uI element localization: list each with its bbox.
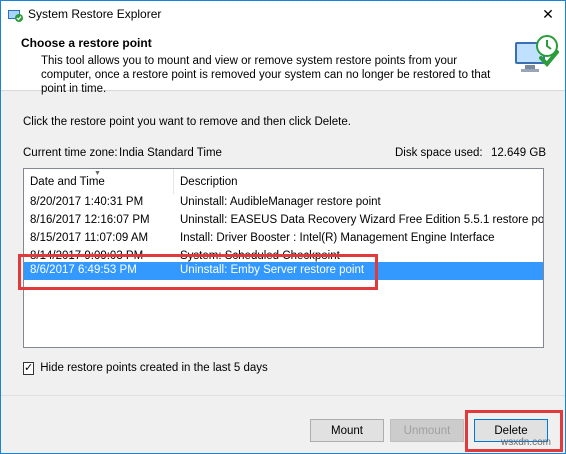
column-header-description-label: Description — [180, 176, 238, 188]
restore-point-list[interactable]: ▼ Date and Time Description 8/20/2017 1:… — [23, 168, 544, 348]
unmount-button[interactable]: Unmount — [390, 419, 464, 442]
list-header: ▼ Date and Time Description — [24, 169, 543, 194]
table-row[interactable]: 8/20/2017 1:40:31 PM Uninstall: AudibleM… — [24, 194, 543, 212]
timezone-value: India Standard Time — [119, 147, 222, 159]
row-description: Install: Driver Booster : Intel(R) Manag… — [180, 232, 495, 244]
row-description: Uninstall: EASEUS Data Recovery Wizard F… — [180, 214, 544, 226]
column-header-date[interactable]: ▼ Date and Time — [24, 169, 174, 194]
close-icon: ✕ — [542, 6, 554, 22]
computer-restore-icon — [515, 35, 559, 72]
checkmark-icon: ✓ — [24, 361, 34, 374]
table-row-selected[interactable]: 8/6/2017 6:49:53 PM Uninstall: Emby Serv… — [24, 262, 543, 280]
close-button[interactable]: ✕ — [531, 1, 565, 28]
row-date: 8/6/2017 6:49:53 PM — [30, 264, 137, 276]
app-window: System Restore Explorer ✕ Choose a resto… — [0, 0, 566, 454]
mount-button[interactable]: Mount — [310, 419, 384, 442]
table-row[interactable]: 8/15/2017 11:07:09 AM Install: Driver Bo… — [24, 230, 543, 248]
row-description: Uninstall: Emby Server restore point — [180, 264, 365, 276]
hide-recent-label: Hide restore points created in the last … — [40, 362, 268, 374]
title-bar[interactable]: System Restore Explorer ✕ — [1, 1, 565, 28]
row-date: 8/16/2017 12:16:07 PM — [30, 214, 150, 226]
row-date: 8/20/2017 1:40:31 PM — [30, 196, 144, 208]
row-date: 8/14/2017 9:09:03 PM — [30, 250, 144, 262]
timezone-label: Current time zone: — [23, 147, 118, 159]
wizard-header: Choose a restore point This tool allows … — [1, 28, 565, 95]
column-header-description[interactable]: Description — [174, 169, 543, 194]
disk-space-value: 12.649 GB — [491, 147, 546, 159]
restore-shield-icon — [8, 10, 23, 22]
hide-recent-filter[interactable]: ✓ Hide restore points created in the las… — [23, 360, 268, 376]
column-header-date-label: Date and Time — [30, 176, 105, 188]
page-title: Choose a restore point — [21, 36, 152, 50]
watermark: wsxdn.com — [501, 437, 552, 448]
hide-recent-checkbox[interactable]: ✓ — [23, 361, 35, 375]
window-title: System Restore Explorer — [28, 7, 162, 21]
instruction-text: Click the restore point you want to remo… — [23, 116, 351, 128]
row-date: 8/15/2017 11:07:09 AM — [30, 232, 149, 244]
sort-arrow-icon: ▼ — [94, 170, 101, 177]
row-description: Uninstall: AudibleManager restore point — [180, 196, 381, 208]
row-description: System: Scheduled Checkpoint — [180, 250, 340, 262]
table-row[interactable]: 8/16/2017 12:16:07 PM Uninstall: EASEUS … — [24, 212, 543, 230]
disk-space-label: Disk space used: — [395, 147, 483, 159]
page-description: This tool allows you to mount and view o… — [41, 55, 491, 95]
